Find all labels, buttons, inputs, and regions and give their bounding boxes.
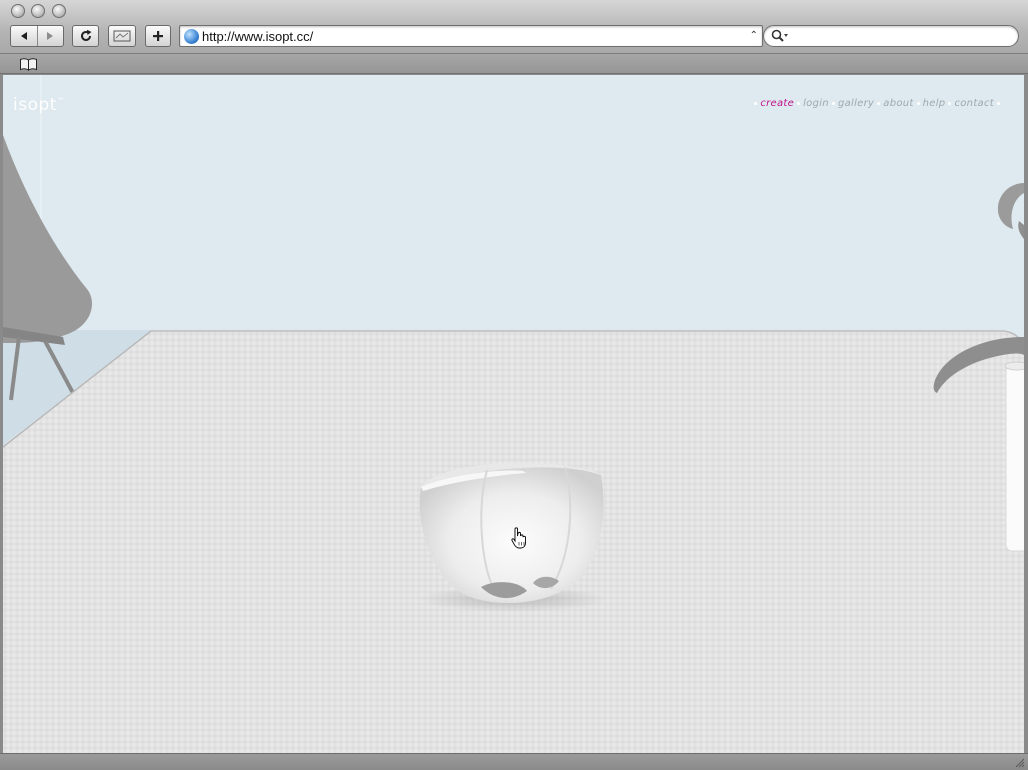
- address-url[interactable]: http://www.isopt.cc/: [202, 29, 313, 44]
- forward-arrow-icon: [47, 32, 54, 40]
- minimize-window-button[interactable]: [31, 4, 45, 18]
- page-viewport: isopt™ create login gallery about help c…: [3, 75, 1024, 753]
- site-logo[interactable]: isopt™: [13, 95, 65, 115]
- book-icon[interactable]: [19, 57, 38, 71]
- nav-link-login[interactable]: login: [803, 98, 829, 109]
- nav-item-contact: contact: [945, 98, 1003, 109]
- nav-item-create: create: [751, 98, 794, 109]
- browser-toolbar: http://www.isopt.cc/ ⌃: [0, 0, 1028, 54]
- forward-button[interactable]: [36, 26, 64, 46]
- nav-link-about[interactable]: about: [883, 98, 913, 109]
- add-bookmark-icon: [113, 30, 131, 42]
- address-bar[interactable]: http://www.isopt.cc/ ⌃: [179, 25, 763, 47]
- address-dropdown-icon[interactable]: ⌃: [750, 30, 758, 41]
- resize-grip-icon[interactable]: [1014, 757, 1025, 768]
- plus-icon: [153, 31, 163, 41]
- back-arrow-icon: [20, 32, 27, 40]
- back-button[interactable]: [11, 26, 37, 46]
- bookmark-page-button[interactable]: [108, 25, 136, 47]
- nav-item-login: login: [794, 98, 829, 109]
- status-bar: [0, 753, 1028, 770]
- nav-bullet: [916, 102, 920, 105]
- trademark-mark: ™: [56, 96, 66, 106]
- nav-link-create[interactable]: create: [760, 98, 794, 109]
- bookmarks-bar: [0, 54, 1028, 74]
- nav-bullet: [877, 102, 881, 105]
- nav-item-about: about: [874, 98, 913, 109]
- nav-link-help[interactable]: help: [923, 98, 946, 109]
- search-field[interactable]: [763, 25, 1019, 47]
- nav-bullet: [948, 102, 952, 105]
- globe-icon: [184, 29, 199, 44]
- nav-link-contact[interactable]: contact: [954, 98, 994, 109]
- nav-bullet: [754, 102, 758, 105]
- browser-window: http://www.isopt.cc/ ⌃ isopt™ create log…: [0, 0, 1028, 770]
- magnifier-icon[interactable]: [771, 29, 789, 43]
- room-scene: [3, 75, 1024, 753]
- nav-bullet: [797, 102, 801, 105]
- site-navigation: create login gallery about help contact: [751, 98, 1003, 109]
- nav-bullet: [831, 102, 835, 105]
- history-navigation: [10, 25, 64, 47]
- reload-button[interactable]: [72, 25, 99, 47]
- nav-link-gallery[interactable]: gallery: [838, 98, 874, 109]
- site-logo-text: isopt: [13, 95, 57, 115]
- nav-bullet: [997, 102, 1000, 105]
- reload-icon: [80, 29, 91, 41]
- nav-item-help: help: [914, 98, 946, 109]
- add-button[interactable]: [145, 25, 171, 47]
- close-window-button[interactable]: [11, 4, 25, 18]
- nav-item-gallery: gallery: [829, 98, 874, 109]
- zoom-window-button[interactable]: [52, 4, 66, 18]
